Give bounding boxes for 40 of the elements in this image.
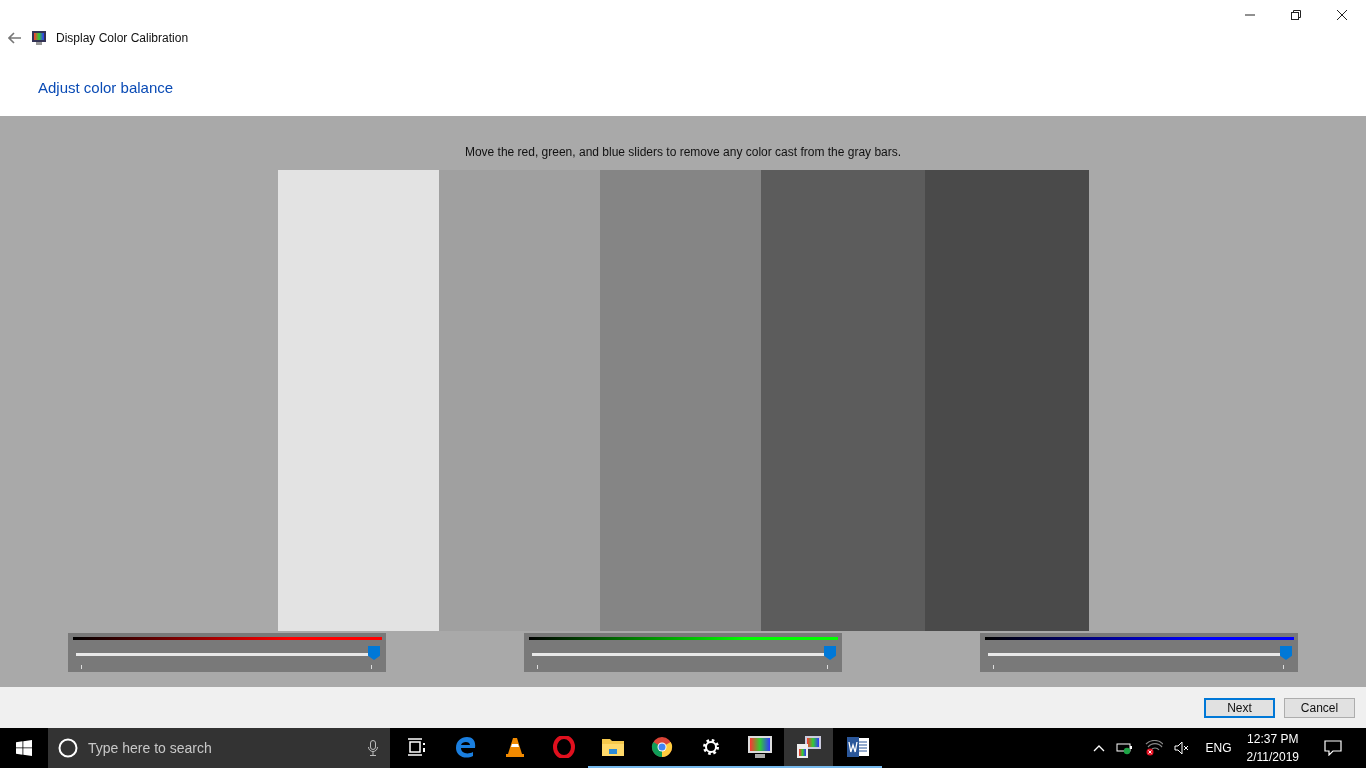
search-input[interactable]: Type here to search xyxy=(88,740,358,756)
close-icon[interactable] xyxy=(1336,9,1348,21)
traffic-cone-icon xyxy=(503,736,526,758)
dialog-button[interactable]: Cancel xyxy=(1284,697,1355,718)
notification-icon[interactable] xyxy=(1324,740,1342,756)
task-view-icon xyxy=(406,738,427,756)
taskbar-app[interactable] xyxy=(784,728,833,768)
opera-o-icon xyxy=(552,736,575,758)
color-slider[interactable] xyxy=(980,633,1298,672)
monitor-calibration-icon xyxy=(795,735,822,759)
windows-start-icon[interactable] xyxy=(16,740,32,756)
color-slider[interactable] xyxy=(68,633,386,672)
window-title: Display Color Calibration xyxy=(56,31,189,45)
chevron-up-icon[interactable] xyxy=(1093,744,1106,752)
dialog-button[interactable]: Next xyxy=(1204,697,1275,718)
back-arrow-icon[interactable] xyxy=(8,32,22,44)
clock[interactable]: 12:37 PM 2/11/2019 xyxy=(1246,730,1299,766)
battery-icon[interactable] xyxy=(1116,741,1135,755)
microphone-icon[interactable] xyxy=(368,740,378,756)
slider-thumb[interactable] xyxy=(1280,646,1292,660)
clock-date: 2/11/2019 xyxy=(1246,749,1299,766)
speaker-muted-icon[interactable] xyxy=(1174,741,1191,755)
language-indicator[interactable]: ENG xyxy=(1205,741,1232,755)
cortana-circle-icon xyxy=(58,738,78,758)
folder-icon xyxy=(600,737,625,757)
chrome-browser-icon xyxy=(650,736,673,758)
wifi-disconnected-icon[interactable] xyxy=(1145,740,1164,756)
clock-time: 12:37 PM xyxy=(1247,731,1299,748)
search-bar[interactable]: Type here to search xyxy=(48,728,390,768)
settings-icon xyxy=(700,737,721,757)
monitor-icon xyxy=(31,30,47,46)
slider-thumb[interactable] xyxy=(824,646,836,660)
page-heading: Adjust color balance xyxy=(38,79,175,96)
maximize-icon[interactable] xyxy=(1290,9,1302,21)
slider-thumb[interactable] xyxy=(368,646,380,660)
color-slider[interactable] xyxy=(524,633,842,672)
monitor-icon xyxy=(746,735,773,759)
instruction-text: Move the red, green, and blue sliders to remove any color cast from the gray bars. xyxy=(464,145,902,160)
word-document-icon xyxy=(845,736,870,758)
edge-browser-icon xyxy=(454,736,477,758)
